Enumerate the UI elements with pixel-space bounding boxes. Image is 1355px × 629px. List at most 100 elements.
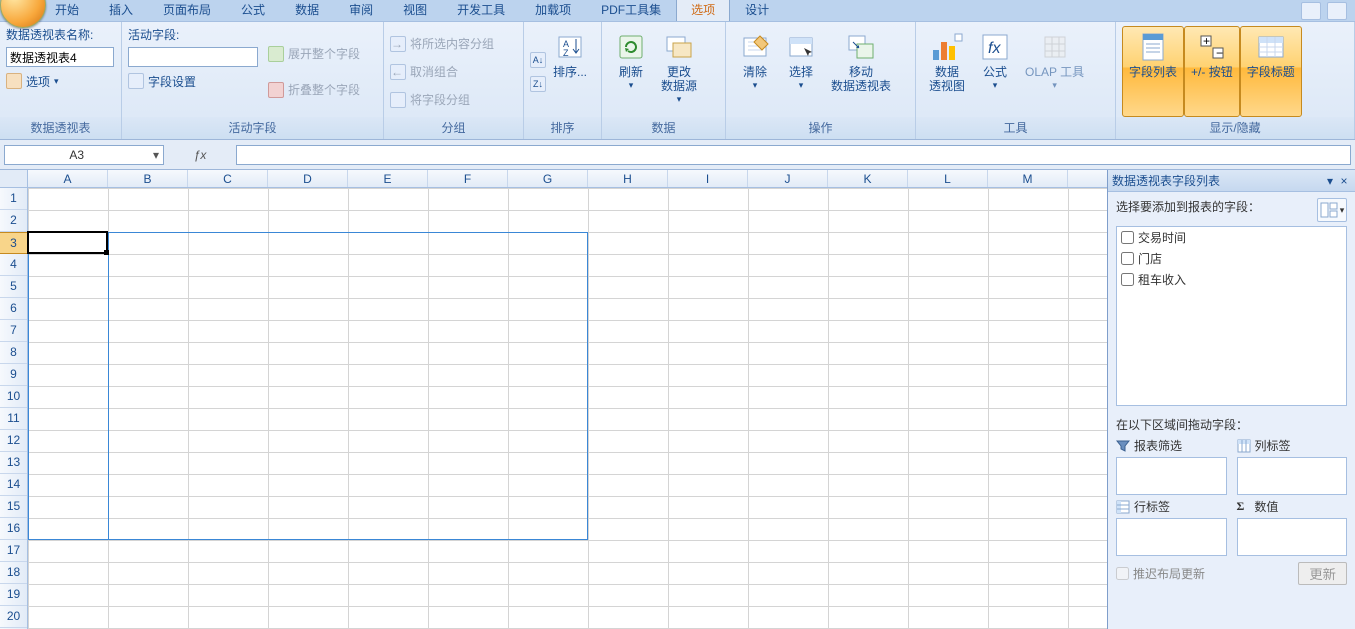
defer-checkbox[interactable] [1116,567,1129,580]
pivot-options-button[interactable]: 选项 ▾ [6,71,115,91]
row-header[interactable]: 4 [0,254,27,276]
col-header[interactable]: D [268,170,348,187]
field-checkbox[interactable] [1121,231,1134,244]
olap-button[interactable]: OLAP 工具▾ [1018,26,1091,117]
dropdown-icon[interactable]: ▾ [84,148,159,162]
tab-review[interactable]: 审阅 [334,0,388,21]
tab-options[interactable]: 选项 [676,0,730,21]
zone-rows-box[interactable] [1116,518,1227,556]
sort-desc-icon: Z↓ [530,76,546,92]
row-headers[interactable]: 1234567891011121314151617181920 [0,188,28,629]
row-header[interactable]: 6 [0,298,27,320]
sort-asc-button[interactable]: A↓ [530,50,546,70]
qat-btn-1[interactable] [1301,2,1321,20]
tab-insert[interactable]: 插入 [94,0,148,21]
row-header[interactable]: 3 [0,232,27,254]
update-button[interactable]: 更新 [1298,562,1347,585]
field-item[interactable]: 门店 [1117,248,1346,269]
row-header[interactable]: 15 [0,496,27,518]
fill-handle[interactable] [104,250,109,255]
row-header[interactable]: 1 [0,188,27,210]
tab-pdf[interactable]: PDF工具集 [586,0,676,21]
fx-icon[interactable]: ƒx [188,148,213,162]
col-header[interactable]: M [988,170,1068,187]
tab-data[interactable]: 数据 [280,0,334,21]
field-item[interactable]: 交易时间 [1117,227,1346,248]
tab-view[interactable]: 视图 [388,0,442,21]
field-checkbox[interactable] [1121,273,1134,286]
row-header[interactable]: 17 [0,540,27,562]
tab-design[interactable]: 设计 [730,0,784,21]
qat-btn-2[interactable] [1327,2,1347,20]
name-box[interactable]: A3 ▾ [4,145,164,165]
row-header[interactable]: 18 [0,562,27,584]
pivot-name-input[interactable] [6,47,114,67]
tab-layout[interactable]: 页面布局 [148,0,226,21]
row-header[interactable]: 19 [0,584,27,606]
col-header[interactable]: C [188,170,268,187]
field-list[interactable]: 交易时间门店租车收入 [1116,226,1347,406]
dropdown-icon: ▾ [677,94,682,105]
field-settings-button[interactable]: 字段设置 [128,71,268,91]
zone-columns-box[interactable] [1237,457,1348,495]
tab-addin[interactable]: 加载项 [520,0,586,21]
expand-field-button[interactable]: 展开整个字段 [268,44,360,64]
row-header[interactable]: 7 [0,320,27,342]
row-header[interactable]: 10 [0,386,27,408]
col-header[interactable]: A [28,170,108,187]
active-field-input[interactable] [128,47,258,67]
sort-desc-button[interactable]: Z↓ [530,74,546,94]
sort-button[interactable]: AZ 排序... [546,26,594,117]
field-checkbox[interactable] [1121,252,1134,265]
col-header[interactable]: B [108,170,188,187]
row-header[interactable]: 8 [0,342,27,364]
col-header[interactable]: H [588,170,668,187]
group-selection-button[interactable]: →将所选内容分组 [390,34,494,54]
pivotchart-button[interactable]: 数据 透视图 [922,26,972,117]
col-header[interactable]: L [908,170,988,187]
zone-values-box[interactable] [1237,518,1348,556]
col-header[interactable]: G [508,170,588,187]
ungroup-button[interactable]: ←取消组合 [390,62,494,82]
row-header[interactable]: 11 [0,408,27,430]
col-header[interactable]: E [348,170,428,187]
row-header[interactable]: 2 [0,210,27,232]
select-button[interactable]: 选择▾ [778,26,824,117]
collapse-field-button[interactable]: 折叠整个字段 [268,80,360,100]
col-header[interactable]: J [748,170,828,187]
row-header[interactable]: 16 [0,518,27,540]
move-label: 移动 数据透视表 [831,65,891,93]
refresh-button[interactable]: 刷新 ▾ [608,26,654,117]
row-header[interactable]: 5 [0,276,27,298]
close-icon[interactable]: × [1337,174,1351,188]
change-datasource-button[interactable]: 更改 数据源 ▾ [654,26,704,117]
fieldlist-toggle[interactable]: 字段列表 [1122,26,1184,117]
worksheet[interactable]: ABCDEFGHIJKLM 12345678910111213141516171… [0,170,1107,629]
row-header[interactable]: 12 [0,430,27,452]
pane-header[interactable]: 数据透视表字段列表 ▾ × [1108,170,1355,192]
fieldheaders-toggle[interactable]: 字段标题 [1240,26,1302,117]
col-header[interactable]: K [828,170,908,187]
pane-menu-icon[interactable]: ▾ [1323,174,1337,188]
move-pivot-button[interactable]: 移动 数据透视表 [824,26,898,117]
tab-dev[interactable]: 开发工具 [442,0,520,21]
plusminus-toggle[interactable]: +−+/- 按钮 [1184,26,1240,117]
row-header[interactable]: 9 [0,364,27,386]
row-header[interactable]: 20 [0,606,27,628]
col-header[interactable]: I [668,170,748,187]
zone-filter-box[interactable] [1116,457,1227,495]
column-headers[interactable]: ABCDEFGHIJKLM [28,170,1107,188]
cells-area[interactable] [28,188,1107,629]
clear-button[interactable]: 清除▾ [732,26,778,117]
formula-input[interactable] [236,145,1351,165]
tab-formulas[interactable]: 公式 [226,0,280,21]
formulas-button[interactable]: fx公式▾ [972,26,1018,117]
select-all-corner[interactable] [0,170,28,188]
row-header[interactable]: 14 [0,474,27,496]
row-header[interactable]: 13 [0,452,27,474]
pane-layout-button[interactable]: ▾ [1317,198,1347,222]
field-item[interactable]: 租车收入 [1117,269,1346,290]
group-field-button[interactable]: 将字段分组 [390,90,494,110]
col-header[interactable]: F [428,170,508,187]
tab-home[interactable]: 开始 [40,0,94,21]
